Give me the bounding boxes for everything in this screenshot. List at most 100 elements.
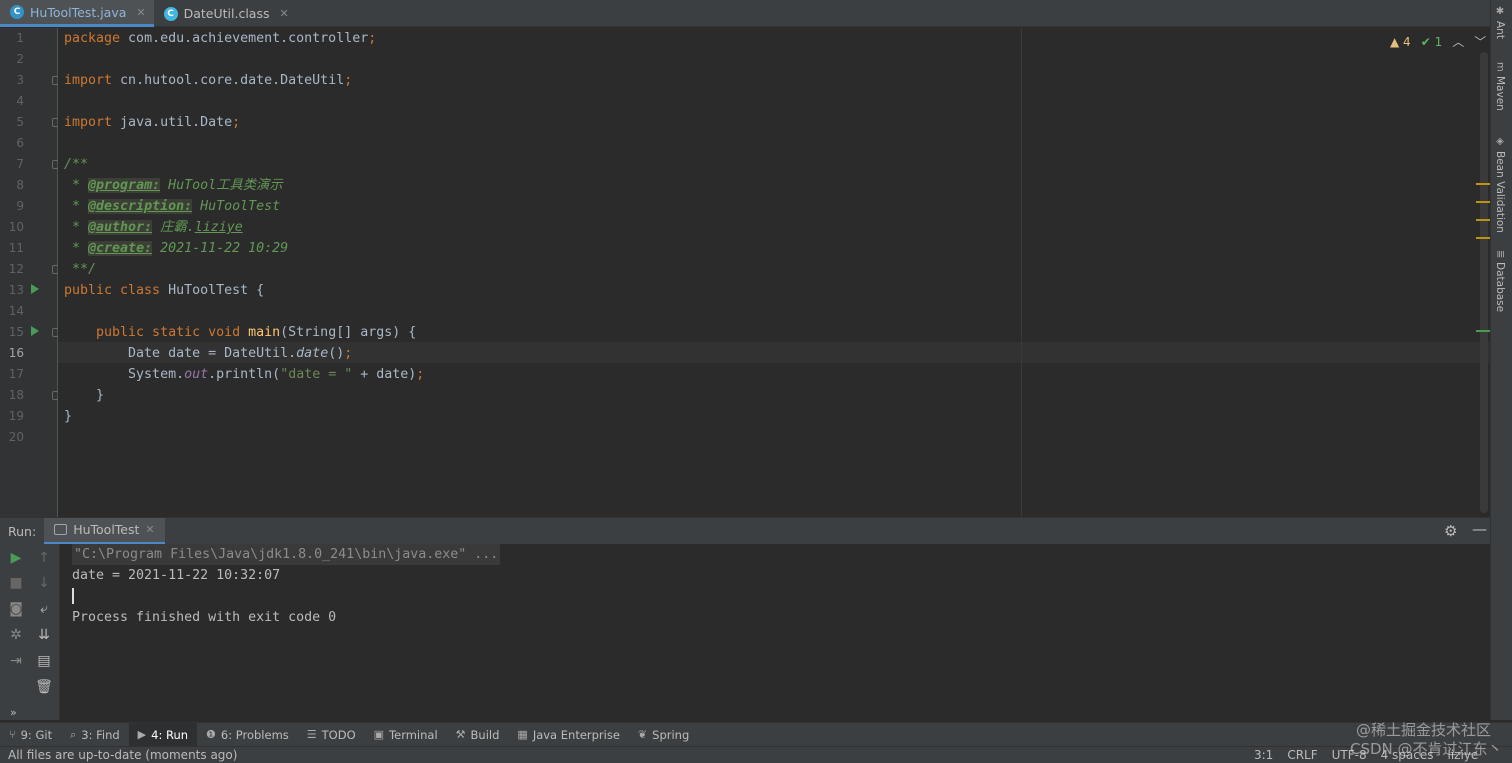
line-number: 2 (16, 52, 24, 66)
database-tool-button[interactable]: ≣ Database (1494, 250, 1506, 313)
change-stripe-marker[interactable] (1476, 330, 1490, 332)
close-icon[interactable]: ✕ (136, 6, 145, 19)
code-line: import java.util.Date; (64, 115, 241, 130)
exit-icon[interactable]: ⇥ (6, 653, 26, 669)
search-icon: ⌕ (70, 727, 77, 741)
line-separator[interactable]: CRLF (1287, 748, 1317, 762)
settings-icon[interactable]: ✲ (6, 627, 26, 643)
maven-tool-button[interactable]: m Maven (1494, 62, 1506, 111)
chevron-down-icon[interactable]: ﹀ (1474, 33, 1486, 50)
spring-tool-button[interactable]: ❦ Spring (629, 723, 698, 747)
close-icon[interactable]: ✕ (145, 523, 154, 536)
tab-label: HuToolTest.java (30, 4, 127, 20)
line-number: 9 (16, 199, 24, 213)
line-number: 5 (16, 115, 24, 129)
code-editor[interactable]: package com.edu.achievement.controller; … (58, 28, 1490, 517)
status-bar: All files are up-to-date (moments ago) 3… (0, 746, 1512, 763)
warning-stripe-marker[interactable] (1476, 201, 1490, 203)
run-config-tab[interactable]: HuToolTest ✕ (44, 517, 165, 545)
run-toolbar: ▶ ↑ ■ ↓ ◙ ⤶ ✲ ⇊ ⇥ ▤ 🗑 (0, 544, 60, 720)
tab-hutooltest-java[interactable]: C HuToolTest.java ✕ (0, 0, 154, 27)
stop-icon[interactable]: ■ (6, 575, 26, 591)
line-number-gutter[interactable]: 1 2 3 4 5 6 7 8 9 10 11 12 13 14 15 16 1… (0, 28, 61, 517)
arrow-up-icon[interactable]: ↑ (34, 550, 54, 566)
rerun-icon[interactable]: ▶ (6, 550, 26, 566)
database-label: Database (1494, 262, 1506, 313)
run-class-gutter-icon[interactable] (31, 284, 39, 294)
status-message[interactable]: All files are up-to-date (moments ago) (8, 748, 237, 762)
line-number: 20 (8, 430, 24, 444)
build-tool-button[interactable]: ⚒ Build (447, 723, 509, 747)
more-tools-icon[interactable]: » (10, 706, 17, 719)
chevron-up-icon[interactable]: ︿ (1452, 33, 1464, 50)
warning-stripe-marker[interactable] (1476, 219, 1490, 221)
java-enterprise-tool-button[interactable]: ▦ Java Enterprise (508, 723, 629, 747)
print-icon[interactable]: ▤ (34, 653, 54, 669)
gear-icon[interactable]: ⚙ (1444, 522, 1457, 540)
right-margin-guide (1021, 28, 1022, 517)
find-tool-button[interactable]: ⌕ 3: Find (61, 723, 129, 747)
tab-label: DateUtil.class (183, 6, 270, 21)
todo-tool-button[interactable]: ☰ TODO (298, 723, 365, 747)
weak-warnings-count[interactable]: ✔ 1 (1421, 35, 1443, 49)
bean-validation-tool-button[interactable]: ◈ Bean Validation (1494, 136, 1506, 233)
warning-stripe-marker[interactable] (1476, 183, 1490, 185)
line-number: 4 (16, 94, 24, 108)
arrow-down-icon[interactable]: ↓ (34, 575, 54, 591)
trash-icon[interactable]: 🗑 (34, 679, 54, 695)
code-line: public static void main(String[] args) { (64, 325, 417, 340)
scroll-to-end-icon[interactable]: ⇊ (34, 627, 54, 643)
tab-dateutil-class[interactable]: C DateUtil.class ✕ (154, 0, 297, 27)
git-branch-icon: ⑂ (9, 728, 16, 741)
inspection-widget[interactable]: ▲ 4 ✔ 1 ︿ ﹀ (1390, 33, 1486, 50)
watermark-line-1: @稀土掘金技术社区 (1356, 721, 1492, 739)
problems-icon: ❶ (206, 728, 216, 741)
code-line: package com.edu.achievement.controller; (64, 31, 377, 46)
code-line: public class HuToolTest { (64, 283, 265, 298)
warnings-count[interactable]: ▲ 4 (1390, 35, 1411, 49)
hide-panel-icon[interactable]: — (1472, 520, 1487, 538)
caret-position[interactable]: 3:1 (1254, 748, 1273, 762)
code-line: * @program: HuTool工具类演示 (64, 178, 283, 193)
console-icon (54, 524, 68, 535)
git-tool-button[interactable]: ⑂ 9: Git (0, 723, 61, 747)
line-number: 17 (8, 367, 24, 381)
maven-label: Maven (1494, 75, 1506, 111)
code-line: /** (64, 157, 89, 172)
line-number: 3 (16, 73, 24, 87)
editor-tab-bar: C HuToolTest.java ✕ C DateUtil.class ✕ (0, 0, 1490, 27)
run-main-gutter-icon[interactable] (31, 326, 39, 336)
ant-tool-button[interactable]: ✱ Ant (1494, 6, 1506, 39)
ant-icon: ✱ (1494, 6, 1506, 17)
run-icon: ▶ (137, 728, 147, 741)
watermark-line-2: CSDN @不肯过江东丶 (1350, 740, 1503, 758)
run-tool-button[interactable]: ▶ 4: Run (128, 722, 198, 747)
spring-leaf-icon: ❦ (637, 728, 648, 741)
editor-scrollbar[interactable] (1480, 52, 1488, 513)
line-number: 12 (8, 262, 24, 276)
tool-window-bar: ⑂ 9: Git ⌕ 3: Find ▶ 4: Run ❶ 6: Problems ☰ T… (0, 722, 1512, 747)
line-number: 6 (16, 136, 24, 150)
line-number: 11 (8, 241, 24, 255)
console-line-output: date = 2021-11-22 10:32:07 (72, 568, 281, 583)
bean-validation-icon: ◈ (1494, 136, 1506, 147)
close-icon[interactable]: ✕ (280, 7, 289, 20)
warnings-count-value: 4 (1403, 34, 1411, 49)
soft-wrap-icon[interactable]: ⤶ (34, 601, 54, 617)
code-line: **/ (64, 262, 97, 277)
line-number: 7 (16, 157, 24, 171)
terminal-icon: ▣ (373, 728, 385, 741)
tool-label: 3: Find (81, 727, 120, 742)
console-line-command[interactable]: "C:\Program Files\Java\jdk1.8.0_241\bin\… (72, 544, 501, 565)
run-tab-label: HuToolTest (73, 522, 140, 537)
camera-icon[interactable]: ◙ (6, 601, 26, 617)
terminal-tool-button[interactable]: ▣ Terminal (365, 723, 447, 747)
code-line: } (64, 409, 73, 424)
problems-tool-button[interactable]: ❶ 6: Problems (197, 723, 298, 747)
warning-stripe-marker[interactable] (1476, 237, 1490, 239)
run-console[interactable]: "C:\Program Files\Java\jdk1.8.0_241\bin\… (60, 544, 1490, 720)
line-number: 16 (8, 346, 24, 360)
code-line: Date date = DateUtil.date(); (64, 346, 353, 361)
tool-label: 4: Run (151, 727, 189, 742)
tool-label: Java Enterprise (532, 727, 620, 742)
